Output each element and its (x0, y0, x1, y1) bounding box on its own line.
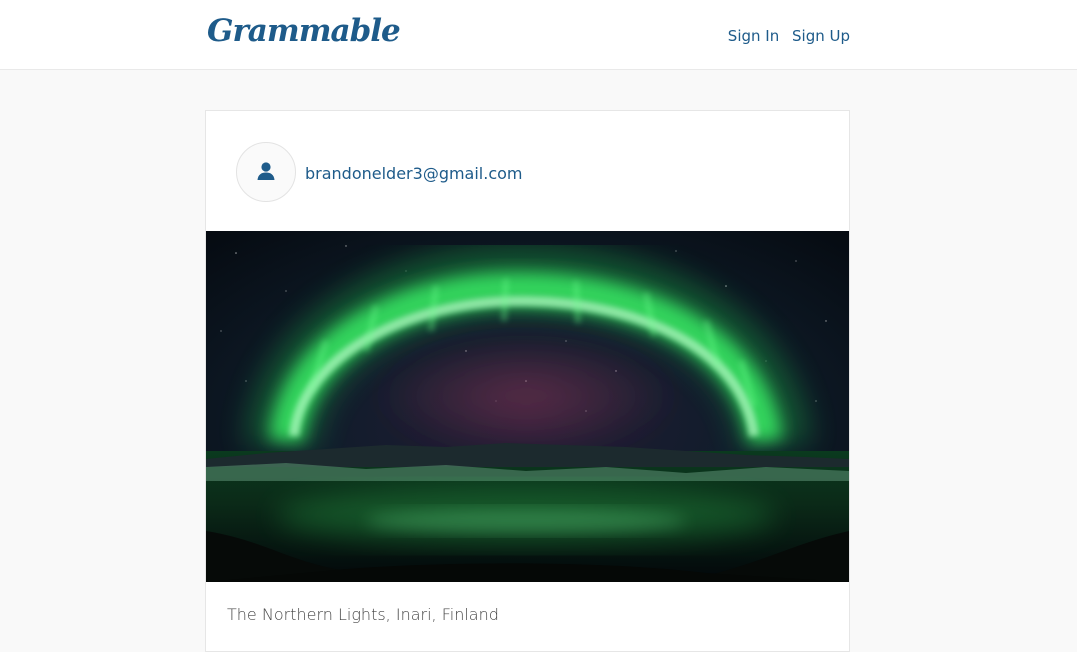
user-icon (257, 162, 275, 180)
sign-up-link[interactable]: Sign Up (792, 27, 850, 45)
sign-in-link[interactable]: Sign In (728, 27, 779, 45)
post-caption: The Northern Lights, Inari, Finland (227, 605, 499, 624)
post-photo[interactable] (206, 231, 849, 582)
post-card: brandonelder3@gmail.com The Northern Lig… (205, 110, 850, 652)
top-navbar: Grammable Sign In Sign Up (0, 0, 1077, 70)
post-header: brandonelder3@gmail.com (206, 111, 849, 231)
brand-logo[interactable]: Grammable (207, 13, 401, 49)
avatar (236, 142, 296, 202)
post-author-email[interactable]: brandonelder3@gmail.com (305, 164, 523, 183)
nav-links: Sign In Sign Up (720, 27, 850, 45)
